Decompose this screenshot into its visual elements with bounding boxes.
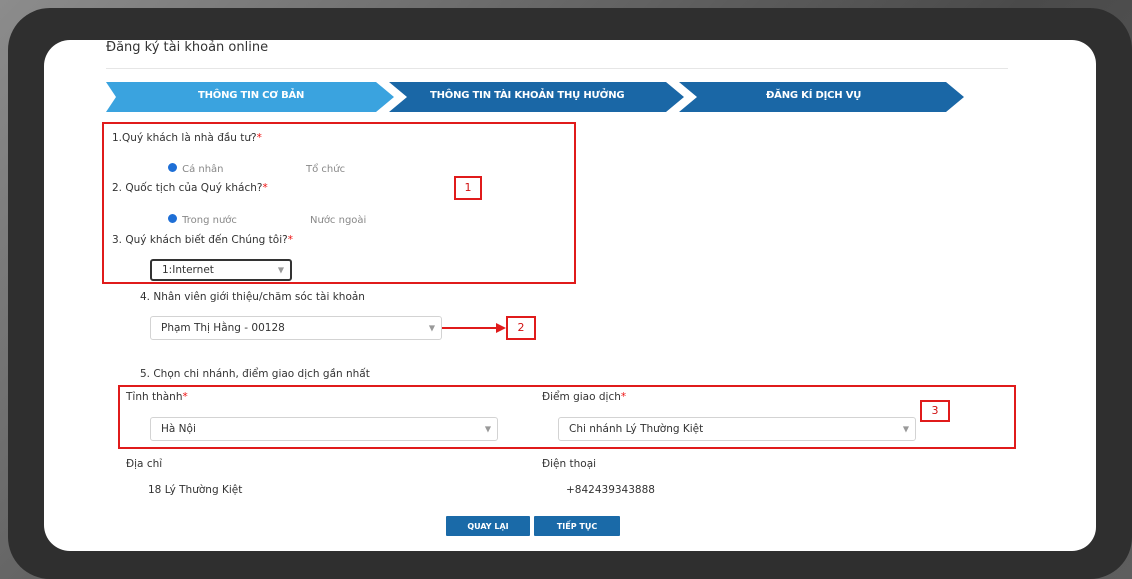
branch-label-text: Điểm giao dịch (542, 391, 621, 403)
province-value: Hà Nội (161, 423, 196, 435)
radio-individual[interactable]: Cá nhân (168, 157, 224, 176)
page-title: Đăng ký tài khoản online (106, 40, 269, 55)
red-arrow-icon (442, 323, 506, 333)
province-label-text: Tỉnh thành (126, 391, 183, 403)
phone-value: +842439343888 (566, 484, 655, 496)
chevron-down-icon: ▼ (428, 323, 435, 333)
question-nationality: 2. Quốc tịch của Quý khách?* (112, 182, 268, 194)
question-referral-source: 3. Quý khách biết đến Chúng tôi?* (112, 234, 293, 246)
question-account-staff: 4. Nhân viên giới thiệu/chăm sóc tài kho… (140, 291, 365, 303)
annotation-label-1: 1 (454, 176, 482, 200)
required-marker: * (182, 391, 188, 403)
title-divider (106, 68, 1008, 69)
question-referral-source-label: 3. Quý khách biết đến Chúng tôi? (112, 234, 288, 246)
phone-label: Điện thoại (542, 458, 597, 470)
branch-select[interactable]: Chi nhánh Lý Thường Kiệt ▼ (558, 417, 916, 441)
chevron-down-icon: ▼ (277, 265, 284, 275)
radio-individual-label: Cá nhân (182, 164, 224, 175)
question-investor-type-label: 1.Quý khách là nhà đầu tư? (112, 132, 257, 144)
province-select[interactable]: Hà Nội ▼ (150, 417, 498, 441)
chevron-down-icon: ▼ (484, 424, 491, 434)
account-staff-value: Phạm Thị Hằng - 00128 (161, 322, 285, 334)
step-beneficiary-account[interactable]: THÔNG TIN TÀI KHOẢN THỤ HƯỞNG (430, 90, 625, 101)
next-button[interactable]: TIẾP TỤC (534, 516, 620, 536)
question-branch: 5. Chọn chi nhánh, điểm giao dịch gần nh… (140, 368, 370, 380)
required-marker: * (620, 391, 627, 403)
radio-organization-label: Tổ chức (306, 164, 346, 175)
radio-foreign-label: Nước ngoài (310, 215, 367, 226)
radio-foreign[interactable]: Nước ngoài (310, 208, 366, 227)
province-label: Tỉnh thành* (126, 391, 188, 403)
screen: Đăng ký tài khoản online THÔNG TIN CƠ BẢ… (44, 40, 1096, 551)
address-label: Địa chỉ (126, 458, 163, 470)
required-marker: * (256, 132, 262, 144)
annotation-label-2: 2 (506, 316, 536, 340)
step-basic-info[interactable]: THÔNG TIN CƠ BẢN (198, 90, 304, 101)
referral-source-select[interactable]: 1:Internet ▼ (150, 259, 292, 281)
branch-value: Chi nhánh Lý Thường Kiệt (569, 423, 704, 435)
account-staff-select[interactable]: Phạm Thị Hằng - 00128 ▼ (150, 316, 442, 340)
annotation-label-3: 3 (920, 400, 950, 422)
back-button[interactable]: QUAY LẠI (446, 516, 530, 536)
radio-domestic[interactable]: Trong nước (168, 208, 237, 227)
required-marker: * (262, 182, 268, 194)
radio-dot-selected[interactable] (168, 214, 177, 223)
radio-organization[interactable]: Tổ chức (306, 157, 345, 176)
step-progress: THÔNG TIN CƠ BẢN THÔNG TIN TÀI KHOẢN THỤ… (106, 80, 1006, 114)
question-nationality-label: 2. Quốc tịch của Quý khách? (112, 182, 263, 194)
radio-domestic-label: Trong nước (182, 215, 237, 226)
branch-label: Điểm giao dịch* (542, 391, 626, 403)
radio-dot-selected[interactable] (168, 163, 177, 172)
step-service-registration[interactable]: ĐĂNG KÍ DỊCH VỤ (766, 90, 861, 101)
referral-source-value: 1:Internet (162, 264, 214, 276)
chevron-down-icon: ▼ (902, 424, 909, 434)
question-investor-type: 1.Quý khách là nhà đầu tư?* (112, 132, 262, 144)
address-value: 18 Lý Thường Kiệt (148, 484, 243, 496)
required-marker: * (287, 234, 293, 246)
